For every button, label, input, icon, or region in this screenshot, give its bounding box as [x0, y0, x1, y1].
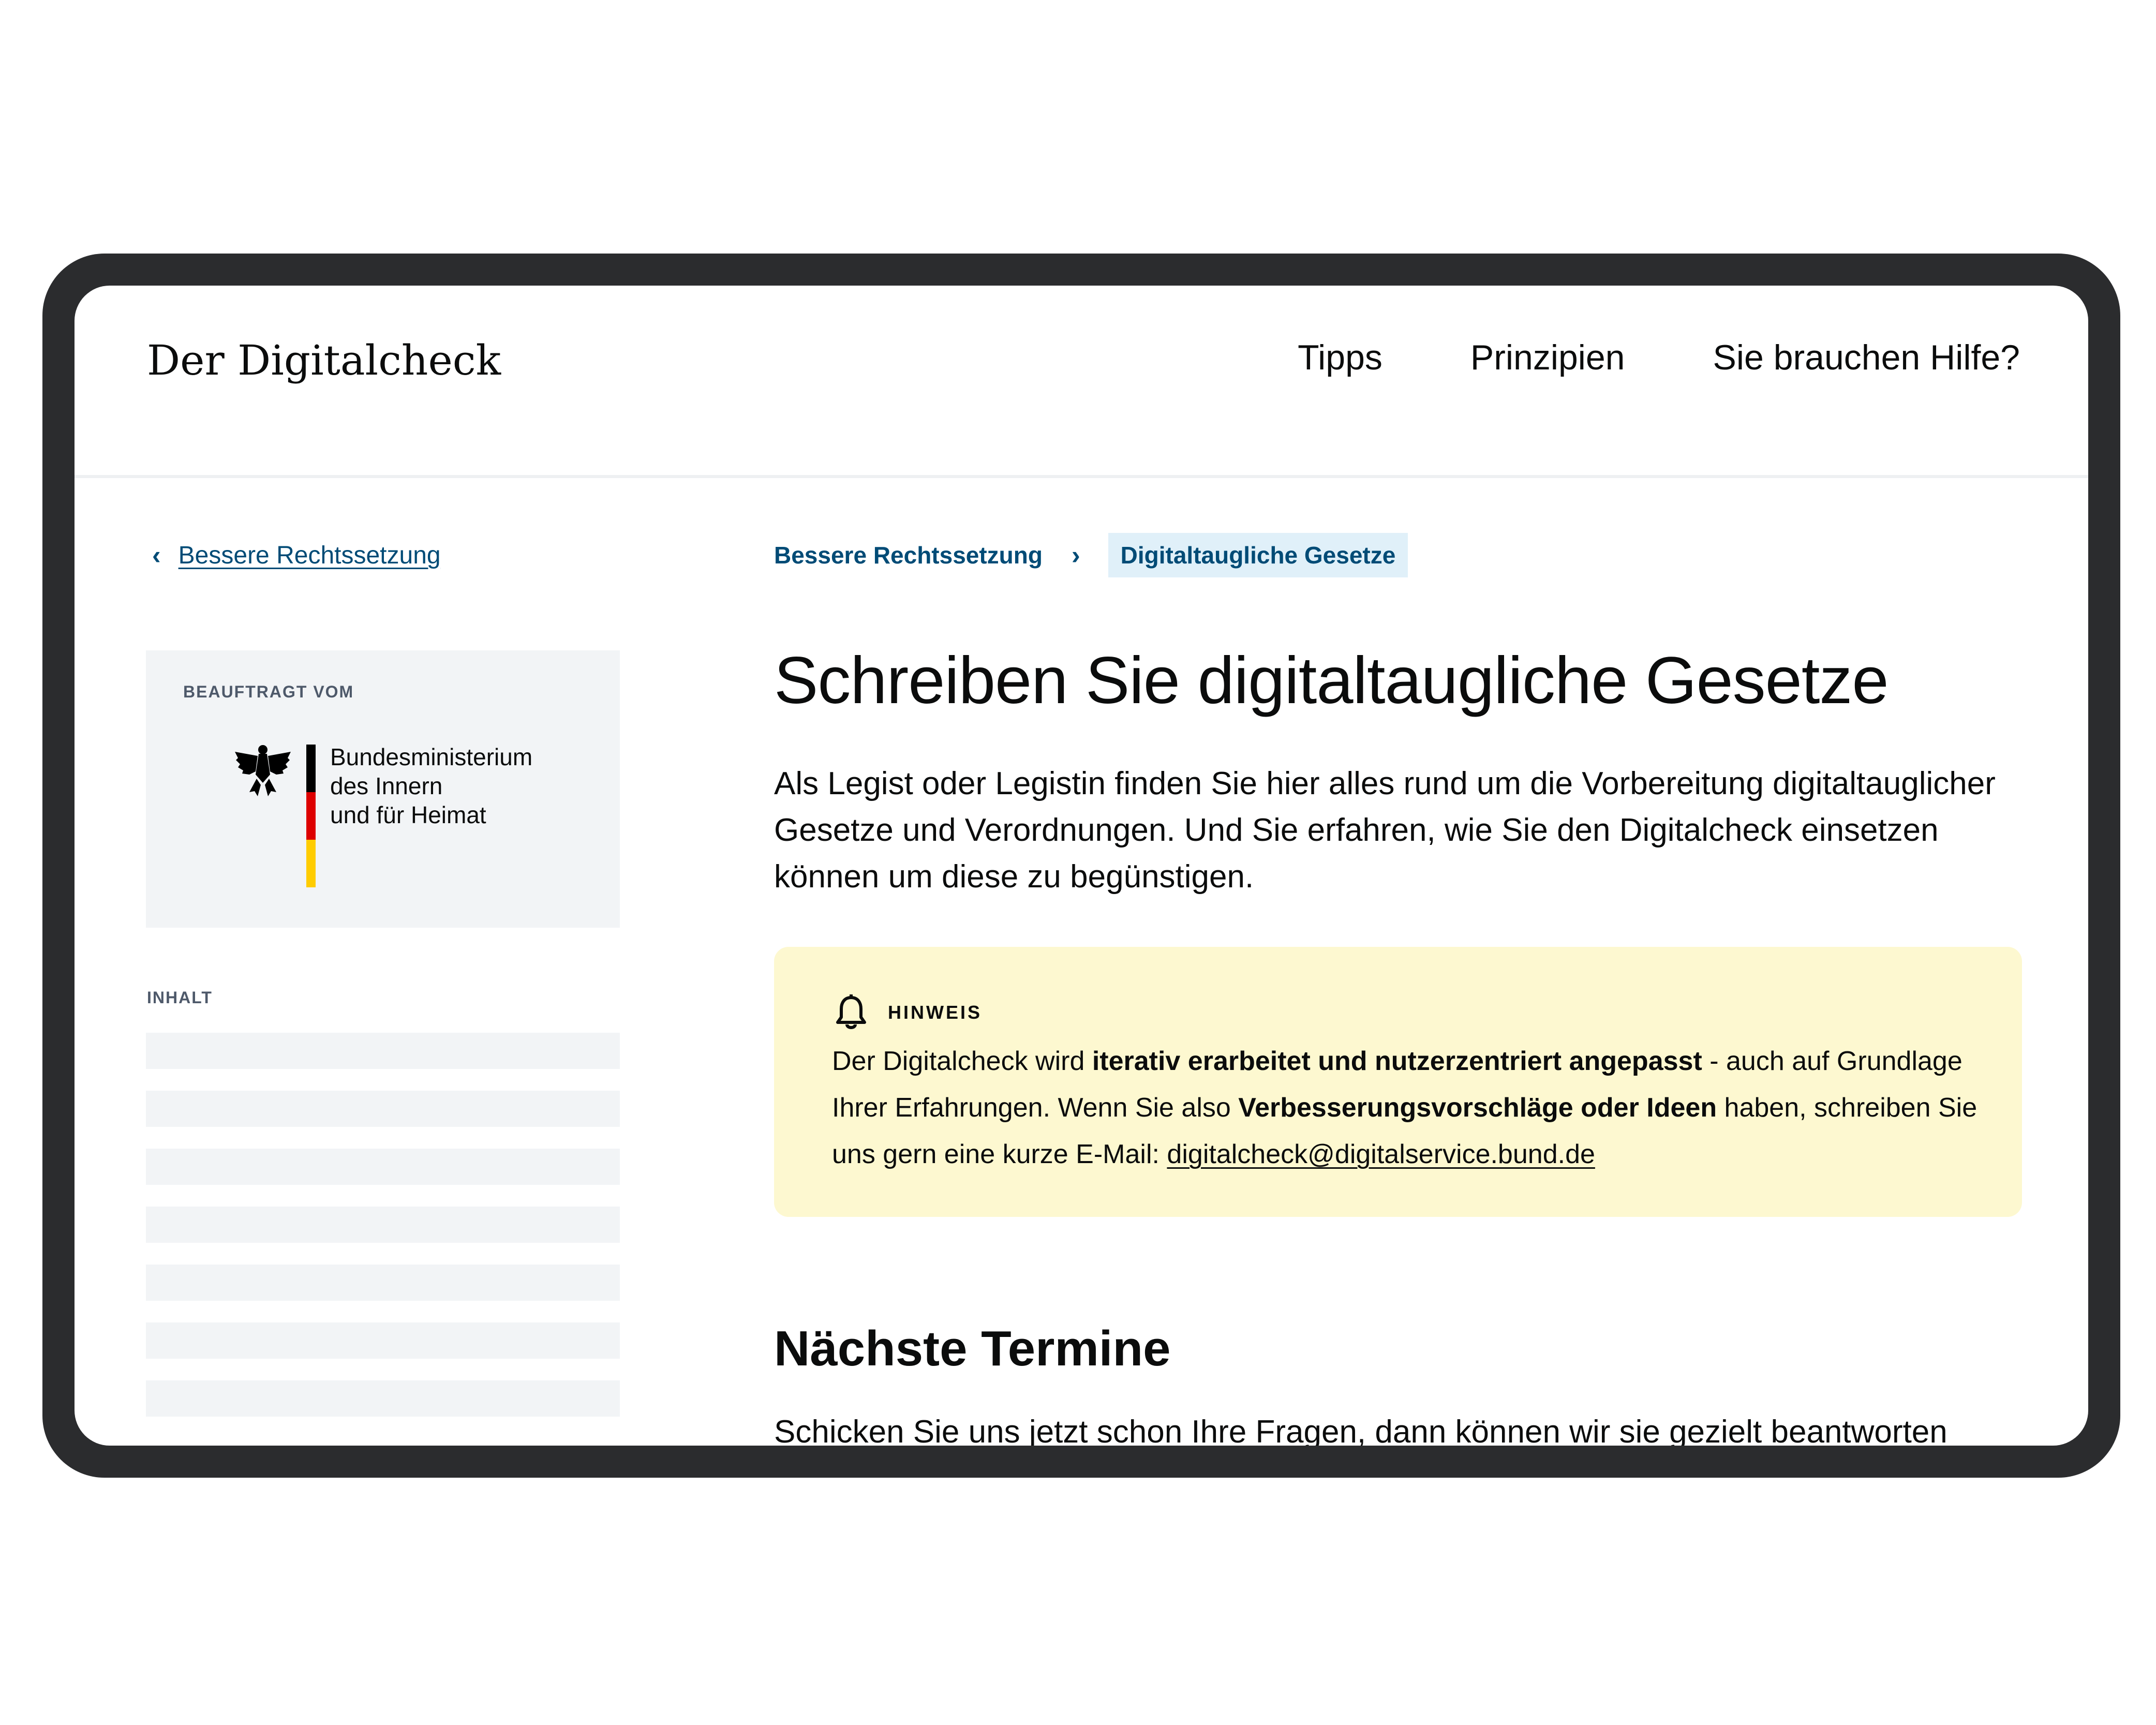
- sponsor-caption: BEAUFTRAGT VOM: [183, 682, 354, 701]
- hint-box: HINWEIS Der Digitalcheck wird iterativ e…: [774, 947, 2022, 1217]
- german-flag-bar: [306, 745, 316, 887]
- nav-item-prinzipien[interactable]: Prinzipien: [1470, 337, 1625, 378]
- site-header: Der Digitalcheck Tipps Prinzipien Sie br…: [75, 286, 2088, 478]
- sponsor-box: BEAUFTRAGT VOM Bundesministerium des Inn…: [146, 650, 620, 928]
- toc-item-placeholder[interactable]: [146, 1149, 620, 1185]
- breadcrumb-current: Digitaltaugliche Gesetze: [1108, 533, 1408, 577]
- back-link-label[interactable]: Bessere Rechtssetzung: [179, 541, 441, 570]
- section-title: Nächste Termine: [774, 1321, 1171, 1376]
- section-text: Schicken Sie uns jetzt schon Ihre Fragen…: [774, 1414, 1947, 1446]
- breadcrumb-parent[interactable]: Bessere Rechtssetzung: [774, 541, 1043, 569]
- toc-item-placeholder[interactable]: [146, 1033, 620, 1069]
- ministry-line-1: Bundesministerium: [330, 743, 533, 770]
- device-frame: Der Digitalcheck Tipps Prinzipien Sie br…: [42, 254, 2120, 1478]
- main-nav: Tipps Prinzipien Sie brauchen Hilfe?: [1298, 337, 2020, 378]
- hint-text-bold: iterativ erarbeitet und nutzerzentriert …: [1092, 1046, 1702, 1076]
- hint-text: Der Digitalcheck wird iterativ erarbeite…: [832, 1038, 1996, 1178]
- ministry-line-2: des Innern: [330, 772, 443, 799]
- ministry-name: Bundesministerium des Innern und für Hei…: [330, 742, 532, 829]
- back-link[interactable]: ‹ Bessere Rechtssetzung: [152, 540, 441, 570]
- nav-item-tipps[interactable]: Tipps: [1298, 337, 1382, 378]
- hint-text-bold: Verbesserungsvorschläge oder Ideen: [1238, 1093, 1717, 1123]
- toc-item-placeholder[interactable]: [146, 1265, 620, 1301]
- hint-label: HINWEIS: [888, 1002, 983, 1023]
- page-title: Schreiben Sie digitaltaugliche Gesetze: [774, 644, 1889, 718]
- toc-item-placeholder[interactable]: [146, 1091, 620, 1127]
- breadcrumb: Bessere Rechtssetzung › Digitaltaugliche…: [774, 533, 1408, 577]
- ministry-line-3: und für Heimat: [330, 801, 486, 828]
- browser-viewport: Der Digitalcheck Tipps Prinzipien Sie br…: [75, 286, 2088, 1446]
- site-brand[interactable]: Der Digitalcheck: [147, 336, 501, 384]
- nav-item-hilfe[interactable]: Sie brauchen Hilfe?: [1713, 337, 2020, 378]
- federal-eagle-icon: [235, 745, 291, 796]
- hint-text-part: Der Digitalcheck wird: [832, 1046, 1092, 1076]
- toc-item-placeholder[interactable]: [146, 1380, 620, 1417]
- email-link[interactable]: digitalcheck@digitalservice.bund.de: [1167, 1139, 1595, 1169]
- chevron-left-icon: ‹: [152, 541, 161, 570]
- chevron-right-icon: ›: [1071, 541, 1080, 570]
- toc-item-placeholder[interactable]: [146, 1207, 620, 1243]
- intro-text: Als Legist oder Legistin finden Sie hier…: [774, 766, 1996, 895]
- toc-item-placeholder[interactable]: [146, 1322, 620, 1359]
- bell-icon: [836, 994, 866, 1029]
- toc-label: INHALT: [147, 988, 213, 1007]
